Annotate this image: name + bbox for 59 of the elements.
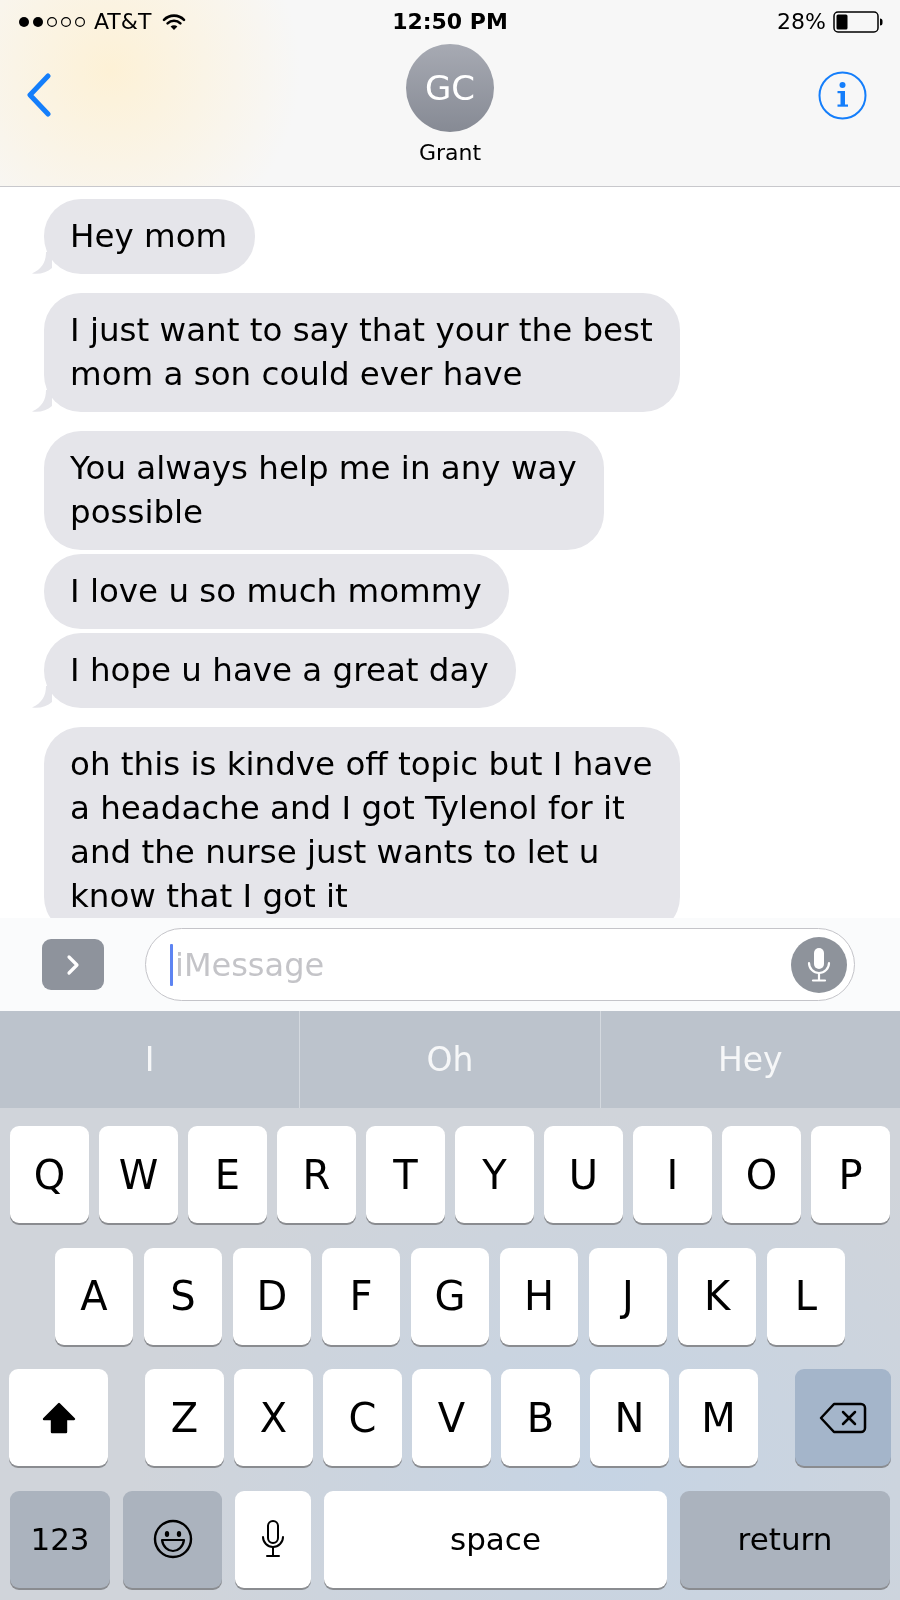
message-field[interactable]: iMessage — [145, 928, 855, 1001]
microphone-icon — [261, 1519, 285, 1559]
battery-percentage: 28% — [777, 9, 826, 35]
letter-key[interactable]: H — [499, 1247, 579, 1345]
back-button[interactable] — [24, 71, 54, 119]
letter-key[interactable]: V — [412, 1369, 491, 1466]
space-key[interactable]: space — [324, 1490, 667, 1588]
info-button[interactable] — [818, 71, 867, 120]
dictation-key[interactable] — [235, 1490, 311, 1588]
status-time: 12:50 PM — [392, 9, 508, 35]
letter-key[interactable]: U — [544, 1126, 623, 1223]
message-bubble: I hope u have a great day — [44, 633, 516, 708]
letter-key[interactable]: Z — [145, 1369, 224, 1466]
letter-key[interactable]: Y — [455, 1126, 534, 1223]
text-cursor-icon — [170, 943, 173, 986]
carrier-name: AT&T — [94, 9, 152, 35]
letter-key[interactable]: X — [234, 1369, 313, 1466]
chevron-left-icon — [26, 73, 52, 117]
letter-key[interactable]: W — [99, 1126, 178, 1223]
message-bubble: You always help me in any way possible — [44, 431, 604, 550]
letter-key[interactable]: T — [366, 1126, 445, 1223]
message-bubble: I just want to say that your the best mom a son could ever have — [44, 293, 680, 412]
chevron-right-icon — [65, 952, 81, 977]
letter-key[interactable]: A — [54, 1247, 134, 1345]
letter-key[interactable]: K — [677, 1247, 757, 1345]
expand-button[interactable] — [42, 939, 104, 990]
letter-key[interactable]: P — [811, 1126, 890, 1223]
return-key[interactable]: return — [680, 1490, 890, 1588]
letter-key[interactable]: L — [766, 1247, 846, 1345]
smiley-icon — [152, 1519, 193, 1559]
letter-key[interactable]: E — [188, 1126, 267, 1223]
contact-name[interactable]: Grant — [418, 140, 482, 166]
letter-key[interactable]: R — [277, 1126, 356, 1223]
letter-key[interactable]: C — [323, 1369, 402, 1466]
microphone-icon[interactable] — [791, 936, 847, 993]
message-bubble: I love u so much mommy — [44, 554, 509, 629]
letter-key[interactable]: F — [321, 1247, 401, 1345]
letter-key[interactable]: B — [501, 1369, 580, 1466]
letter-key[interactable]: Q — [10, 1126, 89, 1223]
info-icon — [818, 71, 867, 120]
delete-key[interactable] — [795, 1369, 891, 1466]
battery-icon — [833, 11, 883, 33]
numbers-key[interactable]: 123 — [10, 1490, 110, 1588]
message-bubble: oh this is kindve off topic but I have a headache and I got Tylenol for it and the nurse just wants to let u know that I got it — [44, 727, 680, 918]
signal-strength-icon — [18, 16, 88, 28]
backspace-icon — [819, 1401, 867, 1434]
letter-key[interactable]: I — [633, 1126, 712, 1223]
shift-arrow-icon — [40, 1400, 77, 1435]
letter-key[interactable]: G — [410, 1247, 490, 1345]
wifi-icon — [162, 13, 187, 31]
letter-key[interactable]: D — [232, 1247, 312, 1345]
message-bubble: Hey mom — [44, 199, 255, 274]
letter-key[interactable]: J — [588, 1247, 668, 1345]
letter-key[interactable]: N — [590, 1369, 669, 1466]
letter-key[interactable]: O — [722, 1126, 801, 1223]
shift-key[interactable] — [9, 1369, 108, 1466]
emoji-key[interactable] — [123, 1490, 222, 1588]
letter-key[interactable]: M — [679, 1369, 758, 1466]
letter-key[interactable]: S — [143, 1247, 223, 1345]
